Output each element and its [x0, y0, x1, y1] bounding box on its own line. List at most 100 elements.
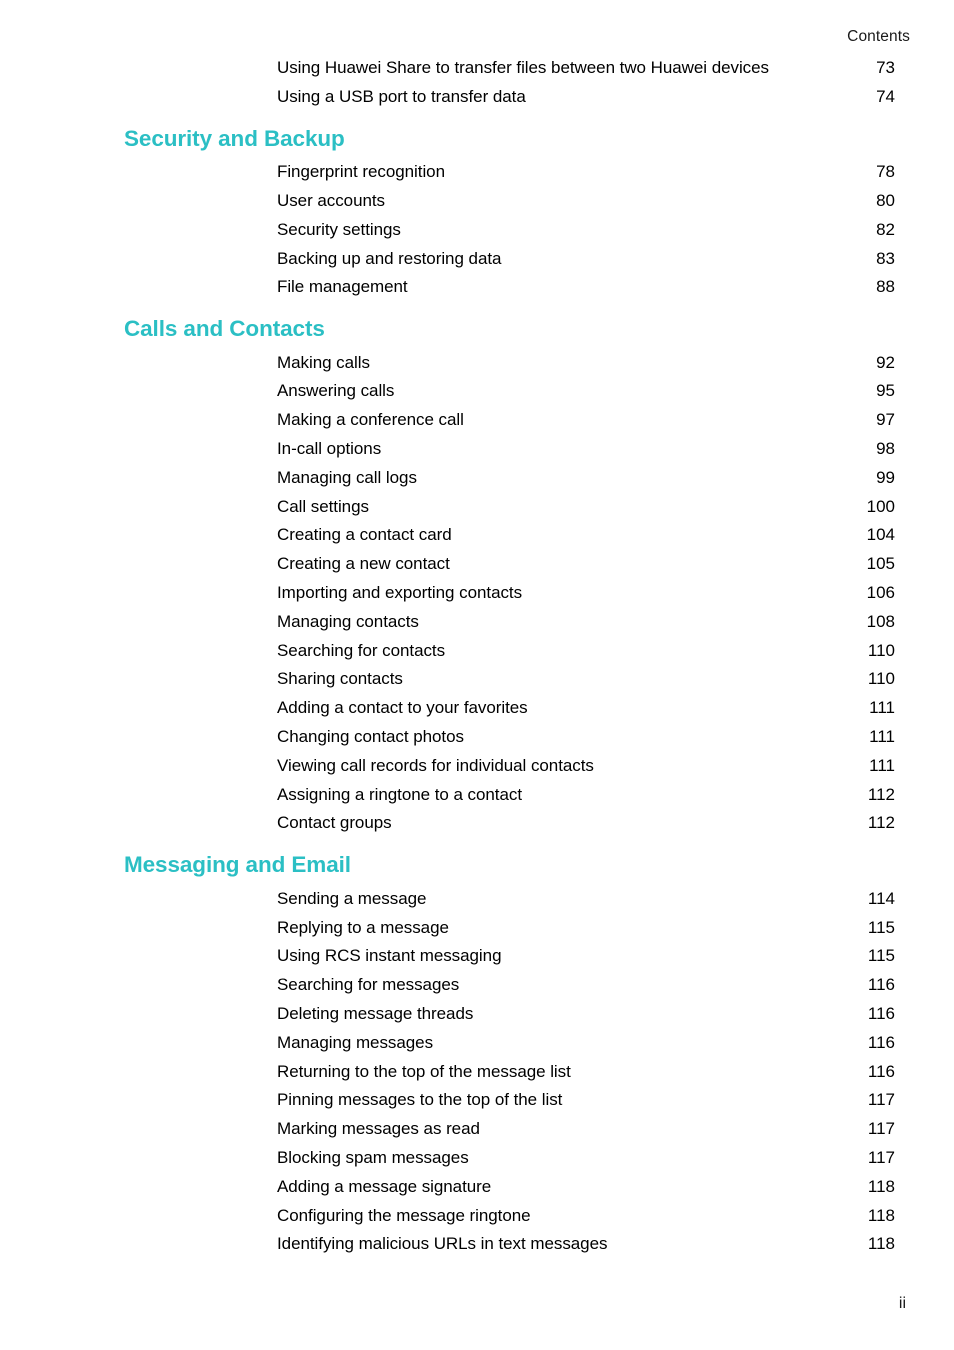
toc-entry-page-number[interactable]: 108	[835, 608, 895, 637]
toc-entry-page-number[interactable]: 111	[835, 723, 895, 752]
toc-entry-title[interactable]: Managing call logs	[277, 464, 417, 493]
toc-entry-title[interactable]: Using RCS instant messaging	[277, 942, 502, 971]
toc-entry-title[interactable]: Call settings	[277, 493, 369, 522]
toc-entry[interactable]: Changing contact photos 111	[0, 723, 954, 752]
toc-entry[interactable]: Answering calls 95	[0, 377, 954, 406]
toc-entry[interactable]: Making calls 92	[0, 349, 954, 378]
toc-entry[interactable]: Contact groups 112	[0, 809, 954, 838]
toc-entry-title[interactable]: Making a conference call	[277, 406, 464, 435]
toc-entry-page-number[interactable]: 88	[835, 273, 895, 302]
toc-entry-title[interactable]: User accounts	[277, 187, 385, 216]
toc-entry-page-number[interactable]: 83	[835, 245, 895, 274]
toc-entry-page-number[interactable]: 118	[835, 1202, 895, 1231]
toc-entry-page-number[interactable]: 98	[835, 435, 895, 464]
toc-entry-title[interactable]: Answering calls	[277, 377, 394, 406]
toc-entry-title[interactable]: Searching for contacts	[277, 637, 445, 666]
toc-entry[interactable]: Assigning a ringtone to a contact 112	[0, 781, 954, 810]
toc-entry-page-number[interactable]: 112	[835, 809, 895, 838]
toc-entry-page-number[interactable]: 111	[835, 694, 895, 723]
toc-entry-page-number[interactable]: 116	[835, 1058, 895, 1087]
toc-entry-page-number[interactable]: 116	[835, 971, 895, 1000]
toc-entry-title[interactable]: Using a USB port to transfer data	[277, 83, 526, 112]
toc-entry-title[interactable]: Blocking spam messages	[277, 1144, 469, 1173]
toc-entry-title[interactable]: Configuring the message ringtone	[277, 1202, 531, 1231]
toc-entry-page-number[interactable]: 112	[835, 781, 895, 810]
toc-entry[interactable]: Sharing contacts 110	[0, 665, 954, 694]
toc-entry[interactable]: Replying to a message 115	[0, 914, 954, 943]
toc-entry-title[interactable]: Replying to a message	[277, 914, 449, 943]
toc-entry[interactable]: Call settings 100	[0, 493, 954, 522]
toc-entry[interactable]: File management 88	[0, 273, 954, 302]
toc-entry[interactable]: Adding a contact to your favorites 111	[0, 694, 954, 723]
toc-entry-title[interactable]: Sharing contacts	[277, 665, 403, 694]
toc-entry-title[interactable]: Creating a contact card	[277, 521, 452, 550]
toc-entry-page-number[interactable]: 115	[835, 942, 895, 971]
toc-entry-title[interactable]: Searching for messages	[277, 971, 459, 1000]
toc-entry[interactable]: Using a USB port to transfer data 74	[0, 83, 954, 112]
toc-entry[interactable]: Identifying malicious URLs in text messa…	[0, 1230, 954, 1259]
toc-entry-page-number[interactable]: 110	[835, 637, 895, 666]
toc-entry-title[interactable]: Managing contacts	[277, 608, 419, 637]
toc-entry[interactable]: In-call options 98	[0, 435, 954, 464]
toc-entry-title[interactable]: Changing contact photos	[277, 723, 464, 752]
toc-entry-page-number[interactable]: 114	[835, 885, 895, 914]
toc-entry[interactable]: Deleting message threads 116	[0, 1000, 954, 1029]
toc-entry[interactable]: User accounts 80	[0, 187, 954, 216]
toc-entry-page-number[interactable]: 100	[835, 493, 895, 522]
toc-entry[interactable]: Fingerprint recognition 78	[0, 158, 954, 187]
toc-entry[interactable]: Marking messages as read 117	[0, 1115, 954, 1144]
toc-entry[interactable]: Blocking spam messages 117	[0, 1144, 954, 1173]
toc-entry[interactable]: Viewing call records for individual cont…	[0, 752, 954, 781]
toc-entry-page-number[interactable]: 111	[835, 752, 895, 781]
toc-entry-title[interactable]: File management	[277, 273, 408, 302]
toc-entry-page-number[interactable]: 82	[835, 216, 895, 245]
toc-entry-title[interactable]: Marking messages as read	[277, 1115, 480, 1144]
toc-entry[interactable]: Managing messages 116	[0, 1029, 954, 1058]
toc-entry[interactable]: Importing and exporting contacts 106	[0, 579, 954, 608]
toc-entry-page-number[interactable]: 116	[835, 1029, 895, 1058]
toc-entry-page-number[interactable]: 110	[835, 665, 895, 694]
toc-entry-title[interactable]: Using Huawei Share to transfer files bet…	[277, 54, 769, 83]
toc-entry-title[interactable]: Adding a contact to your favorites	[277, 694, 528, 723]
toc-entry-page-number[interactable]: 73	[835, 54, 895, 83]
section-heading[interactable]: Security and Backup	[124, 126, 954, 153]
toc-entry-title[interactable]: Creating a new contact	[277, 550, 450, 579]
toc-entry-page-number[interactable]: 118	[835, 1230, 895, 1259]
toc-entry-title[interactable]: Importing and exporting contacts	[277, 579, 522, 608]
section-heading[interactable]: Messaging and Email	[124, 852, 954, 879]
toc-entry-title[interactable]: Contact groups	[277, 809, 392, 838]
toc-entry-page-number[interactable]: 115	[835, 914, 895, 943]
toc-entry-page-number[interactable]: 104	[835, 521, 895, 550]
toc-entry[interactable]: Adding a message signature 118	[0, 1173, 954, 1202]
toc-entry-title[interactable]: Deleting message threads	[277, 1000, 473, 1029]
toc-entry-page-number[interactable]: 117	[835, 1086, 895, 1115]
toc-entry[interactable]: Managing call logs 99	[0, 464, 954, 493]
toc-entry-page-number[interactable]: 106	[835, 579, 895, 608]
toc-entry[interactable]: Creating a new contact 105	[0, 550, 954, 579]
toc-entry-title[interactable]: Security settings	[277, 216, 401, 245]
toc-entry-title[interactable]: Managing messages	[277, 1029, 433, 1058]
toc-entry-page-number[interactable]: 97	[835, 406, 895, 435]
toc-entry[interactable]: Searching for contacts 110	[0, 637, 954, 666]
toc-entry[interactable]: Creating a contact card 104	[0, 521, 954, 550]
toc-entry-title[interactable]: Identifying malicious URLs in text messa…	[277, 1230, 608, 1259]
toc-entry-page-number[interactable]: 78	[835, 158, 895, 187]
toc-entry[interactable]: Sending a message 114	[0, 885, 954, 914]
toc-entry-title[interactable]: Fingerprint recognition	[277, 158, 445, 187]
toc-entry-title[interactable]: Viewing call records for individual cont…	[277, 752, 594, 781]
toc-entry-title[interactable]: Assigning a ringtone to a contact	[277, 781, 522, 810]
toc-entry-title[interactable]: Adding a message signature	[277, 1173, 491, 1202]
toc-entry-page-number[interactable]: 105	[835, 550, 895, 579]
toc-entry[interactable]: Using Huawei Share to transfer files bet…	[0, 54, 954, 83]
toc-entry-page-number[interactable]: 80	[835, 187, 895, 216]
toc-entry-page-number[interactable]: 99	[835, 464, 895, 493]
toc-entry[interactable]: Returning to the top of the message list…	[0, 1058, 954, 1087]
section-heading[interactable]: Calls and Contacts	[124, 316, 954, 343]
toc-entry[interactable]: Configuring the message ringtone 118	[0, 1202, 954, 1231]
toc-entry[interactable]: Security settings 82	[0, 216, 954, 245]
toc-entry-title[interactable]: Sending a message	[277, 885, 426, 914]
toc-entry-title[interactable]: In-call options	[277, 435, 381, 464]
toc-entry-title[interactable]: Backing up and restoring data	[277, 245, 501, 274]
toc-entry-page-number[interactable]: 118	[835, 1173, 895, 1202]
toc-entry[interactable]: Using RCS instant messaging 115	[0, 942, 954, 971]
